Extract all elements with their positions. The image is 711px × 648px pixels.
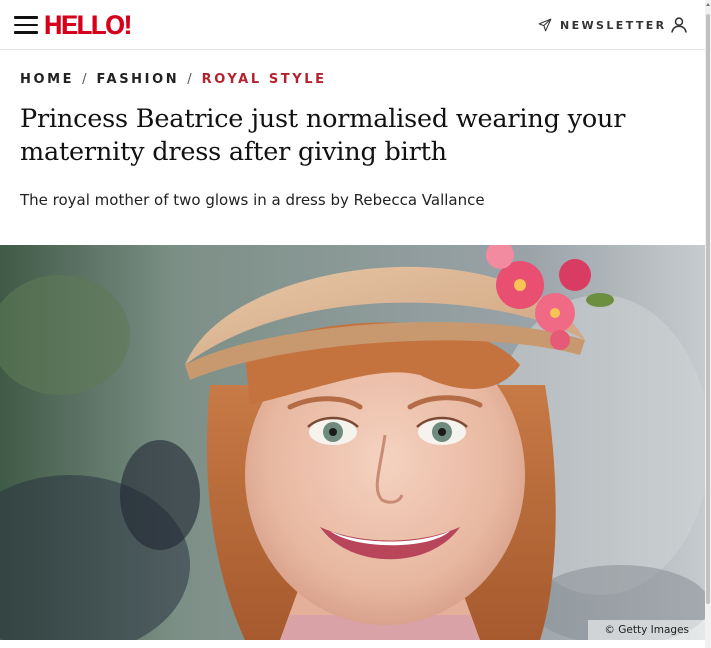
breadcrumb: HOME / FASHION / ROYAL STYLE bbox=[20, 70, 327, 88]
breadcrumb-separator: / bbox=[187, 71, 192, 87]
hero-image: © Getty Images bbox=[0, 245, 705, 640]
scroll-up-arrow-icon[interactable] bbox=[706, 3, 710, 6]
breadcrumb-home[interactable]: HOME bbox=[20, 72, 74, 87]
newsletter-button[interactable]: NEWSLETTER bbox=[538, 16, 667, 34]
site-header: HELLO! NEWSLETTER bbox=[0, 0, 705, 50]
image-credit: © Getty Images bbox=[588, 620, 705, 640]
breadcrumb-royal-style[interactable]: ROYAL STYLE bbox=[202, 72, 327, 87]
portrait-illustration bbox=[0, 245, 705, 640]
page-scrollbar[interactable] bbox=[705, 0, 711, 648]
article-standfirst: The royal mother of two glows in a dress… bbox=[20, 191, 485, 209]
newsletter-label: NEWSLETTER bbox=[560, 18, 667, 32]
article-headline: Princess Beatrice just normalised wearin… bbox=[20, 104, 626, 167]
scrollbar-thumb[interactable] bbox=[706, 14, 710, 604]
site-logo[interactable]: HELLO! bbox=[44, 9, 132, 41]
hamburger-menu-icon[interactable] bbox=[14, 16, 38, 34]
user-icon[interactable] bbox=[669, 14, 689, 36]
paper-plane-icon bbox=[538, 18, 552, 32]
breadcrumb-fashion[interactable]: FASHION bbox=[97, 72, 180, 87]
breadcrumb-separator: / bbox=[82, 71, 87, 87]
